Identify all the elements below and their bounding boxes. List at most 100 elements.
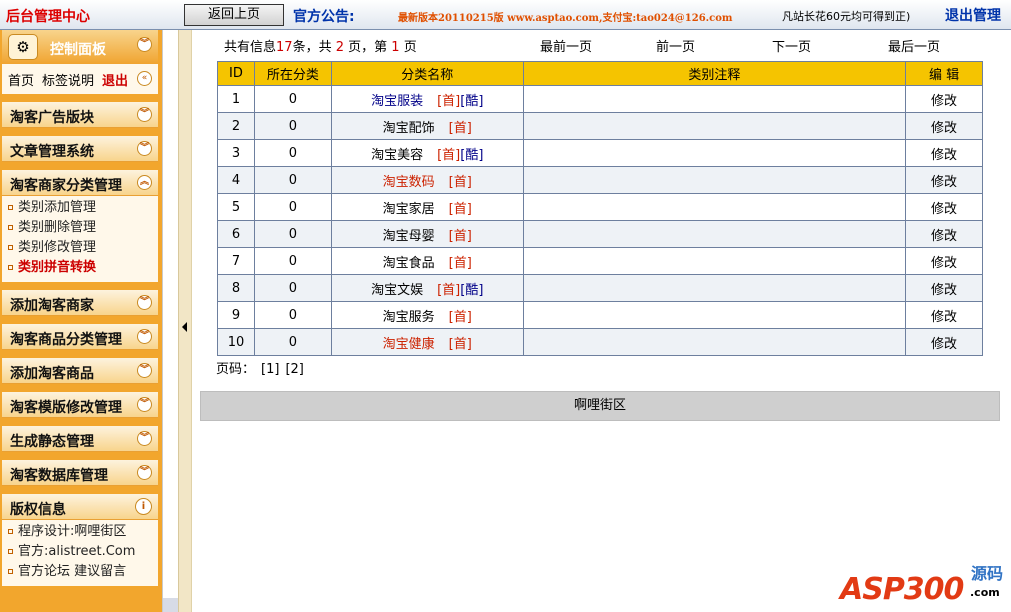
cell-note	[522, 166, 907, 194]
cell-parent: 0	[253, 193, 332, 221]
edit-link[interactable]: 修改	[905, 274, 983, 302]
chevron-down-icon[interactable]: ︾	[137, 431, 152, 446]
prev-page-link[interactable]: 前一页	[656, 36, 695, 55]
last-page-link[interactable]: 最后一页	[888, 36, 940, 55]
cell-name: 淘宝美容 [首][酷]	[330, 139, 524, 167]
category-name-link[interactable]: 淘宝母婴	[383, 229, 435, 244]
category-name-link[interactable]: 淘宝家居	[383, 202, 435, 217]
sidebar-item[interactable]: 类别拼音转换	[8, 258, 158, 278]
sidebar-section-title: 淘客商家分类管理	[10, 178, 122, 194]
chevron-down-icon[interactable]: ︾	[137, 141, 152, 156]
chevron-down-icon[interactable]: ︾	[137, 37, 152, 52]
logout-link[interactable]: 退出管理	[945, 5, 1001, 25]
sidebar-section-header[interactable]: 生成静态管理 ︾	[2, 426, 158, 452]
sidebar-section-header[interactable]: 文章管理系统 ︾	[2, 136, 158, 162]
category-name-link[interactable]: 淘宝服务	[383, 310, 435, 325]
category-name-link[interactable]: 淘宝健康	[383, 337, 435, 352]
homepage-flag-link[interactable]: [首]	[449, 310, 472, 325]
table-row: 6 0 淘宝母婴 [首] 修改	[217, 220, 983, 248]
chevron-down-icon[interactable]: ︾	[137, 363, 152, 378]
sidebar-section: 淘客商家分类管理 ︽ 类别添加管理 类别删除管理 类别修改管理 类别拼音转换	[2, 170, 158, 282]
homepage-flag-link[interactable]: [首]	[437, 148, 460, 163]
watermark-source: 源码	[971, 564, 1004, 583]
col-header-id: ID	[217, 61, 255, 86]
sidebar-scrollbar[interactable]	[162, 30, 178, 612]
sidebar-section: 添加淘客商品 ︾	[2, 358, 158, 384]
next-page-link[interactable]: 下一页	[772, 36, 811, 55]
sidebar-section-header[interactable]: 淘客商家分类管理 ︽	[2, 170, 158, 196]
category-name-link[interactable]: 淘宝美容	[371, 148, 423, 163]
cool-flag-link[interactable]: [酷]	[460, 148, 483, 163]
edit-link[interactable]: 修改	[905, 166, 983, 194]
bullet-icon	[8, 265, 13, 270]
cool-flag-link[interactable]: [酷]	[460, 94, 483, 109]
category-name-link[interactable]: 淘宝文娱	[371, 283, 423, 298]
edit-link[interactable]: 修改	[905, 85, 983, 113]
sidebar-section-header[interactable]: 淘客模版修改管理 ︾	[2, 392, 158, 418]
cell-parent: 0	[253, 112, 332, 140]
sidebar: ⚙ 控制面板 ︾ 首页 标签说明 退出 « 淘客广告版块 ︾ 文章管理系统 ︾ 淘客商家分类…	[0, 30, 162, 612]
edit-link[interactable]: 修改	[905, 301, 983, 329]
edit-link[interactable]: 修改	[905, 112, 983, 140]
table-row: 7 0 淘宝食品 [首] 修改	[217, 247, 983, 275]
chevron-left-icon[interactable]: «	[137, 71, 152, 86]
sidebar-section-header[interactable]: 淘客商品分类管理 ︾	[2, 324, 158, 350]
cool-flag-link[interactable]: [酷]	[460, 283, 483, 298]
cell-note	[522, 112, 907, 140]
sidebar-logout-link[interactable]: 退出	[102, 74, 128, 89]
page-suffix: 页	[403, 40, 417, 55]
copyright-items: 程序设计:啊哩街区 官方:alistreet.Com 官方论坛 建议留言	[2, 520, 158, 586]
category-name-link[interactable]: 淘宝食品	[383, 256, 435, 271]
sidebar-item[interactable]: 类别修改管理	[8, 238, 158, 258]
sidebar-section-title: 淘客数据库管理	[10, 468, 108, 484]
category-name-link[interactable]: 淘宝数码	[383, 175, 435, 190]
edit-link[interactable]: 修改	[905, 247, 983, 275]
bullet-icon	[8, 225, 13, 230]
category-name-link[interactable]: 淘宝服装	[371, 94, 423, 109]
first-page-link[interactable]: 最前一页	[540, 36, 592, 55]
edit-link[interactable]: 修改	[905, 139, 983, 167]
homepage-flag-link[interactable]: [首]	[437, 94, 460, 109]
table-row: 9 0 淘宝服务 [首] 修改	[217, 301, 983, 329]
chevron-down-icon[interactable]: ︾	[137, 329, 152, 344]
back-button[interactable]: 返回上页	[184, 4, 284, 26]
chevron-down-icon[interactable]: ︾	[137, 107, 152, 122]
edit-link[interactable]: 修改	[905, 193, 983, 221]
sidebar-section-header[interactable]: 淘客数据库管理 ︾	[2, 460, 158, 486]
chevron-up-icon[interactable]: ︽	[137, 175, 152, 190]
homepage-flag-link[interactable]: [首]	[437, 283, 460, 298]
chevron-down-icon[interactable]: ︾	[137, 397, 152, 412]
tag-help-link[interactable]: 标签说明	[42, 74, 94, 89]
homepage-flag-link[interactable]: [首]	[449, 121, 472, 136]
cell-name: 淘宝配饰 [首]	[330, 112, 524, 140]
cell-id: 8	[217, 274, 255, 302]
collapse-left-icon[interactable]	[182, 322, 187, 332]
homepage-flag-link[interactable]: [首]	[449, 202, 472, 217]
home-link[interactable]: 首页	[8, 74, 34, 89]
cell-note	[522, 193, 907, 221]
sidebar-item[interactable]: 类别添加管理	[8, 198, 158, 218]
homepage-flag-link[interactable]: [首]	[449, 175, 472, 190]
edit-link[interactable]: 修改	[905, 220, 983, 248]
category-table: ID 所在分类 分类名称 类别注释 编 辑 1 0 淘宝服装 [首][酷] 修改 2 0 淘宝…	[217, 61, 983, 356]
notice-marquee[interactable]: 最新版本20110215版 www.asptao.com,支付宝:tao024@…	[398, 9, 732, 24]
scrollbar-thumb[interactable]	[163, 598, 178, 612]
copyright-item: 程序设计:啊哩街区	[8, 522, 158, 542]
control-panel-header[interactable]: ⚙ 控制面板 ︾	[2, 30, 158, 64]
page-link-1[interactable]: [1]	[261, 362, 279, 377]
sidebar-section-header[interactable]: 添加淘客商家 ︾	[2, 290, 158, 316]
bullet-icon	[8, 529, 13, 534]
chevron-down-icon[interactable]: ︾	[137, 295, 152, 310]
copyright-item: 官方论坛 建议留言	[8, 562, 158, 582]
sidebar-section-header[interactable]: 淘客广告版块 ︾	[2, 102, 158, 128]
homepage-flag-link[interactable]: [首]	[449, 337, 472, 352]
sidebar-splitter[interactable]	[178, 30, 192, 612]
homepage-flag-link[interactable]: [首]	[449, 229, 472, 244]
chevron-down-icon[interactable]: ︾	[137, 465, 152, 480]
edit-link[interactable]: 修改	[905, 328, 983, 356]
sidebar-section-header[interactable]: 添加淘客商品 ︾	[2, 358, 158, 384]
homepage-flag-link[interactable]: [首]	[449, 256, 472, 271]
page-link-2[interactable]: [2]	[285, 362, 303, 377]
category-name-link[interactable]: 淘宝配饰	[383, 121, 435, 136]
sidebar-item[interactable]: 类别删除管理	[8, 218, 158, 238]
